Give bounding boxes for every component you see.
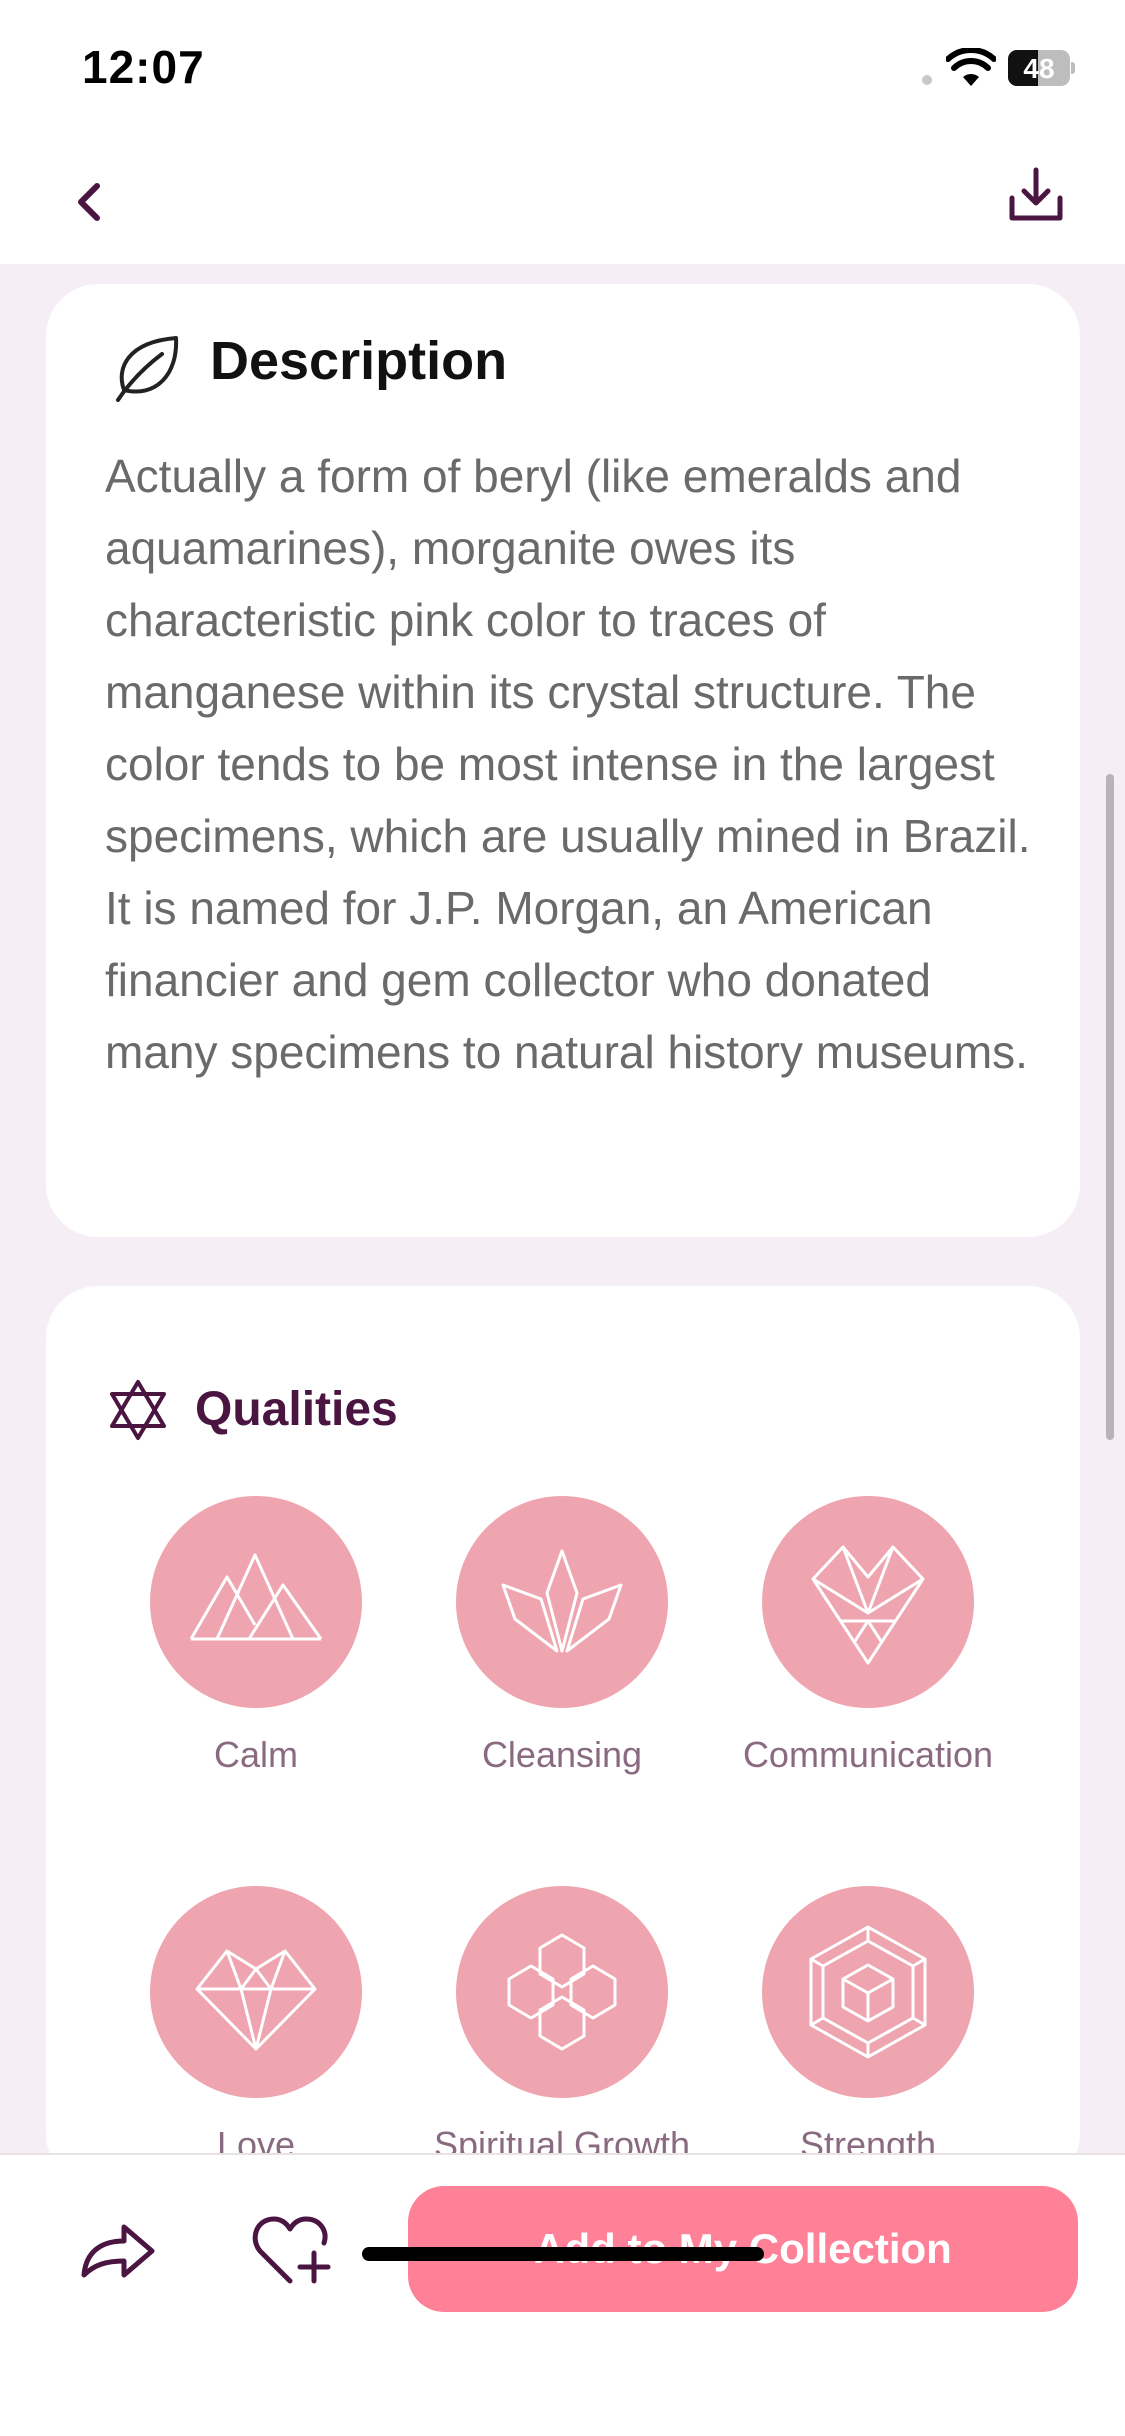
- privacy-dot: [922, 75, 932, 85]
- geometric-heart-icon: [811, 1545, 925, 1665]
- faceted-heart-icon: [195, 1949, 317, 2051]
- quality-label: Communication: [742, 1734, 994, 1775]
- share-arrow-icon[interactable]: [76, 2213, 160, 2285]
- qualities-title: Qualities: [195, 1383, 398, 1436]
- cube-hexagon-icon: [809, 1925, 927, 2059]
- nav-bar: [0, 132, 1125, 264]
- quality-communication[interactable]: Communication: [718, 1496, 1018, 1776]
- quality-label: Calm: [213, 1734, 298, 1775]
- scrollbar[interactable]: [1106, 774, 1114, 1440]
- download-icon[interactable]: [1004, 162, 1068, 228]
- mountains-icon: [189, 1553, 323, 1641]
- quality-love[interactable]: Love: [106, 1886, 406, 2166]
- quality-spiritual-growth[interactable]: Spiritual Growth: [412, 1886, 712, 2166]
- status-time: 12:07: [82, 41, 205, 93]
- heart-plus-icon[interactable]: [250, 2211, 334, 2287]
- home-indicator: [362, 2247, 764, 2261]
- bottom-action-bar: Add to My Collection: [0, 2153, 1125, 2436]
- status-bar: 12:07 48: [0, 0, 1125, 132]
- star-of-david-icon: [110, 1380, 166, 1440]
- battery-percent: 48: [1023, 53, 1055, 84]
- wifi-icon: [946, 48, 996, 86]
- description-card: Description Actually a form of beryl (li…: [46, 284, 1080, 1237]
- quality-strength[interactable]: Strength: [718, 1886, 1018, 2166]
- description-title: Description: [210, 331, 508, 391]
- leaf-icon: [116, 336, 179, 402]
- chevron-left-icon[interactable]: [60, 172, 120, 232]
- description-text: Actually a form of beryl (like emeralds …: [105, 450, 1031, 1078]
- qualities-card: Qualities Calm Cleansing Communication L…: [46, 1286, 1080, 2186]
- quality-cleansing[interactable]: Cleansing: [412, 1496, 712, 1776]
- crystals-icon: [501, 1549, 623, 1653]
- quality-label: Cleansing: [481, 1734, 643, 1775]
- hexagon-flower-icon: [507, 1933, 617, 2051]
- quality-calm[interactable]: Calm: [106, 1496, 406, 1776]
- battery-icon: 48: [1008, 50, 1075, 86]
